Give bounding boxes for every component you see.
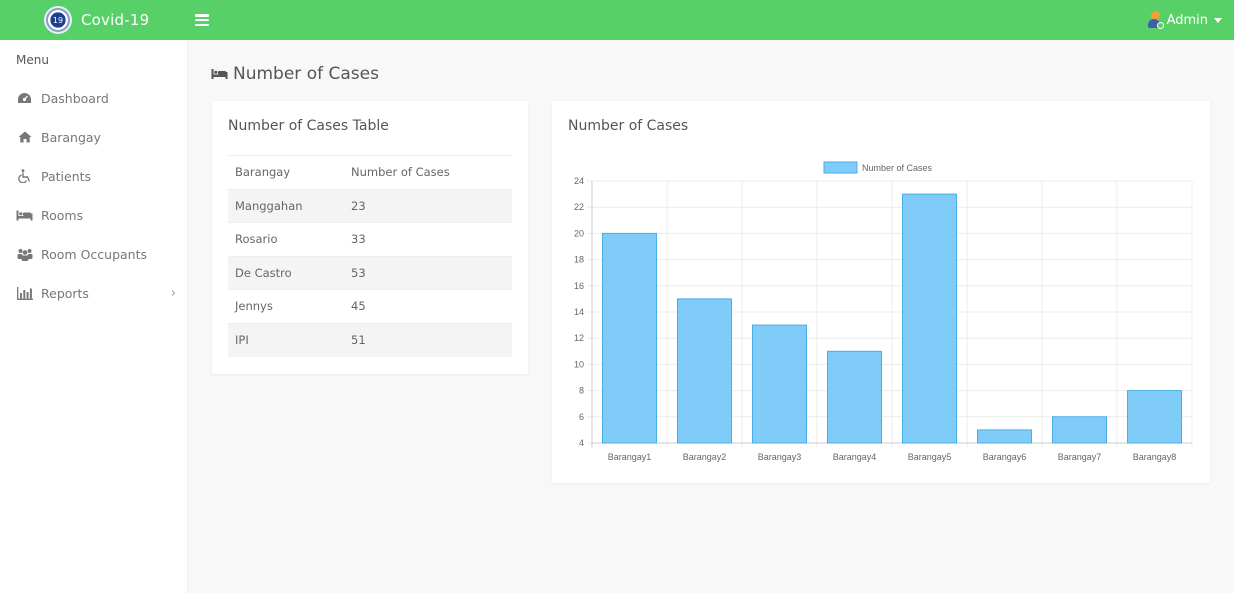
cell-barangay: IPI [228,322,344,357]
x-tick-label: Barangay4 [833,452,877,462]
brand[interactable]: 19 Covid-19 [0,6,188,34]
cases-bar-chart: 4 6 8 10 12 14 16 18 20 22 24 Barangay1 Barangay2 Bar… [574,161,1193,462]
y-tick-label: 20 [574,228,584,238]
cell-cases: 23 [344,188,512,223]
bar-barangay8 [1127,390,1182,444]
y-tick-label: 6 [579,412,584,422]
bar-barangay6 [977,429,1032,444]
hamburger-menu-icon[interactable] [195,14,209,26]
sidebar-item-label: Rooms [41,207,84,223]
x-tick-label: Barangay8 [1133,452,1177,462]
bar-barangay1 [602,232,657,444]
cell-cases: 33 [344,222,512,256]
sidebar-item-reports[interactable]: Reports › [0,278,188,308]
bar-barangay5 [902,193,957,444]
chart-card-title: Number of Cases [568,118,689,134]
bar-barangay4 [827,350,882,444]
sidebar-item-label: Dashboard [41,90,109,106]
user-name: Admin [1166,12,1208,28]
sidebar-item-barangay[interactable]: Barangay [0,122,188,152]
bed-icon [16,208,33,222]
sidebar-item-patients[interactable]: Patients [0,161,188,191]
user-menu[interactable]: Admin [1147,0,1222,40]
sidebar-item-rooms[interactable]: Rooms [0,200,188,230]
sidebar-item-label: Patients [41,168,92,184]
sidebar-item-label: Reports [41,285,89,301]
user-avatar-icon [1147,11,1164,29]
table-row: Rosario 33 [228,222,512,256]
x-tick-label: Barangay5 [908,452,952,462]
y-tick-label: 24 [574,176,584,186]
table-header-row: Barangay Number of Cases [228,155,512,189]
y-tick-label: 22 [574,202,584,212]
bed-icon [211,67,228,81]
cell-barangay: Manggahan [228,188,344,223]
x-tick-label: Barangay1 [608,452,652,462]
app-title: Covid-19 [81,11,150,29]
cell-cases: 45 [344,289,512,323]
dashboard-icon [16,91,33,105]
column-header-barangay: Barangay [228,155,344,189]
table-card-title: Number of Cases Table [228,118,389,134]
covid-logo-icon: 19 [44,6,72,34]
cell-barangay: De Castro [228,255,344,290]
sidebar-item-room-occupants[interactable]: Room Occupants [0,239,188,269]
cases-chart-card: Number of Cases 4 6 8 10 12 14 16 18 20 22 24 Baran… [552,101,1210,483]
y-tick-label: 16 [574,281,584,291]
bar-barangay3 [752,324,807,444]
y-tick-label: 18 [574,255,584,265]
y-tick-label: 12 [574,333,584,343]
y-tick-label: 4 [579,438,584,448]
logo-text: 19 [52,15,64,25]
chevron-right-icon: › [170,285,176,301]
bar-barangay7 [1052,416,1107,444]
users-icon [16,247,33,261]
table-row: Jennys 45 [228,289,512,323]
menu-title: Menu [16,53,49,67]
y-tick-label: 14 [574,307,584,317]
x-tick-label: Barangay3 [758,452,802,462]
page-title: Number of Cases [211,64,379,84]
sidebar: Menu Dashboard Barangay Patients Rooms R… [0,40,188,593]
x-tick-label: Barangay6 [983,452,1027,462]
cell-barangay: Jennys [228,289,344,323]
home-icon [16,130,33,144]
sidebar-item-dashboard[interactable]: Dashboard [0,83,188,113]
table-row: IPI 51 [228,322,512,357]
wheelchair-icon [16,169,33,183]
cases-table-card: Number of Cases Table Barangay Number of… [212,101,528,374]
bar-barangay2 [677,298,732,444]
cell-cases: 51 [344,322,512,357]
page-title-text: Number of Cases [233,64,379,84]
caret-down-icon [1214,17,1222,23]
cell-cases: 53 [344,255,512,290]
sidebar-item-label: Barangay [41,129,101,145]
y-tick-label: 10 [574,359,584,369]
sidebar-item-label: Room Occupants [41,246,148,262]
x-tick-label: Barangay7 [1058,452,1102,462]
top-navbar: 19 Covid-19 Admin [0,0,1234,40]
cases-table: Barangay Number of Cases Manggahan 23 Ros… [228,155,512,357]
legend-swatch [823,161,858,174]
table-row: De Castro 53 [228,255,512,290]
cell-barangay: Rosario [228,222,344,256]
y-tick-label: 8 [579,386,584,396]
column-header-number-of-cases: Number of Cases [344,155,512,189]
bar-chart-icon [16,286,33,300]
legend-label: Number of Cases [862,163,933,173]
x-tick-label: Barangay2 [683,452,727,462]
table-row: Manggahan 23 [228,188,512,223]
